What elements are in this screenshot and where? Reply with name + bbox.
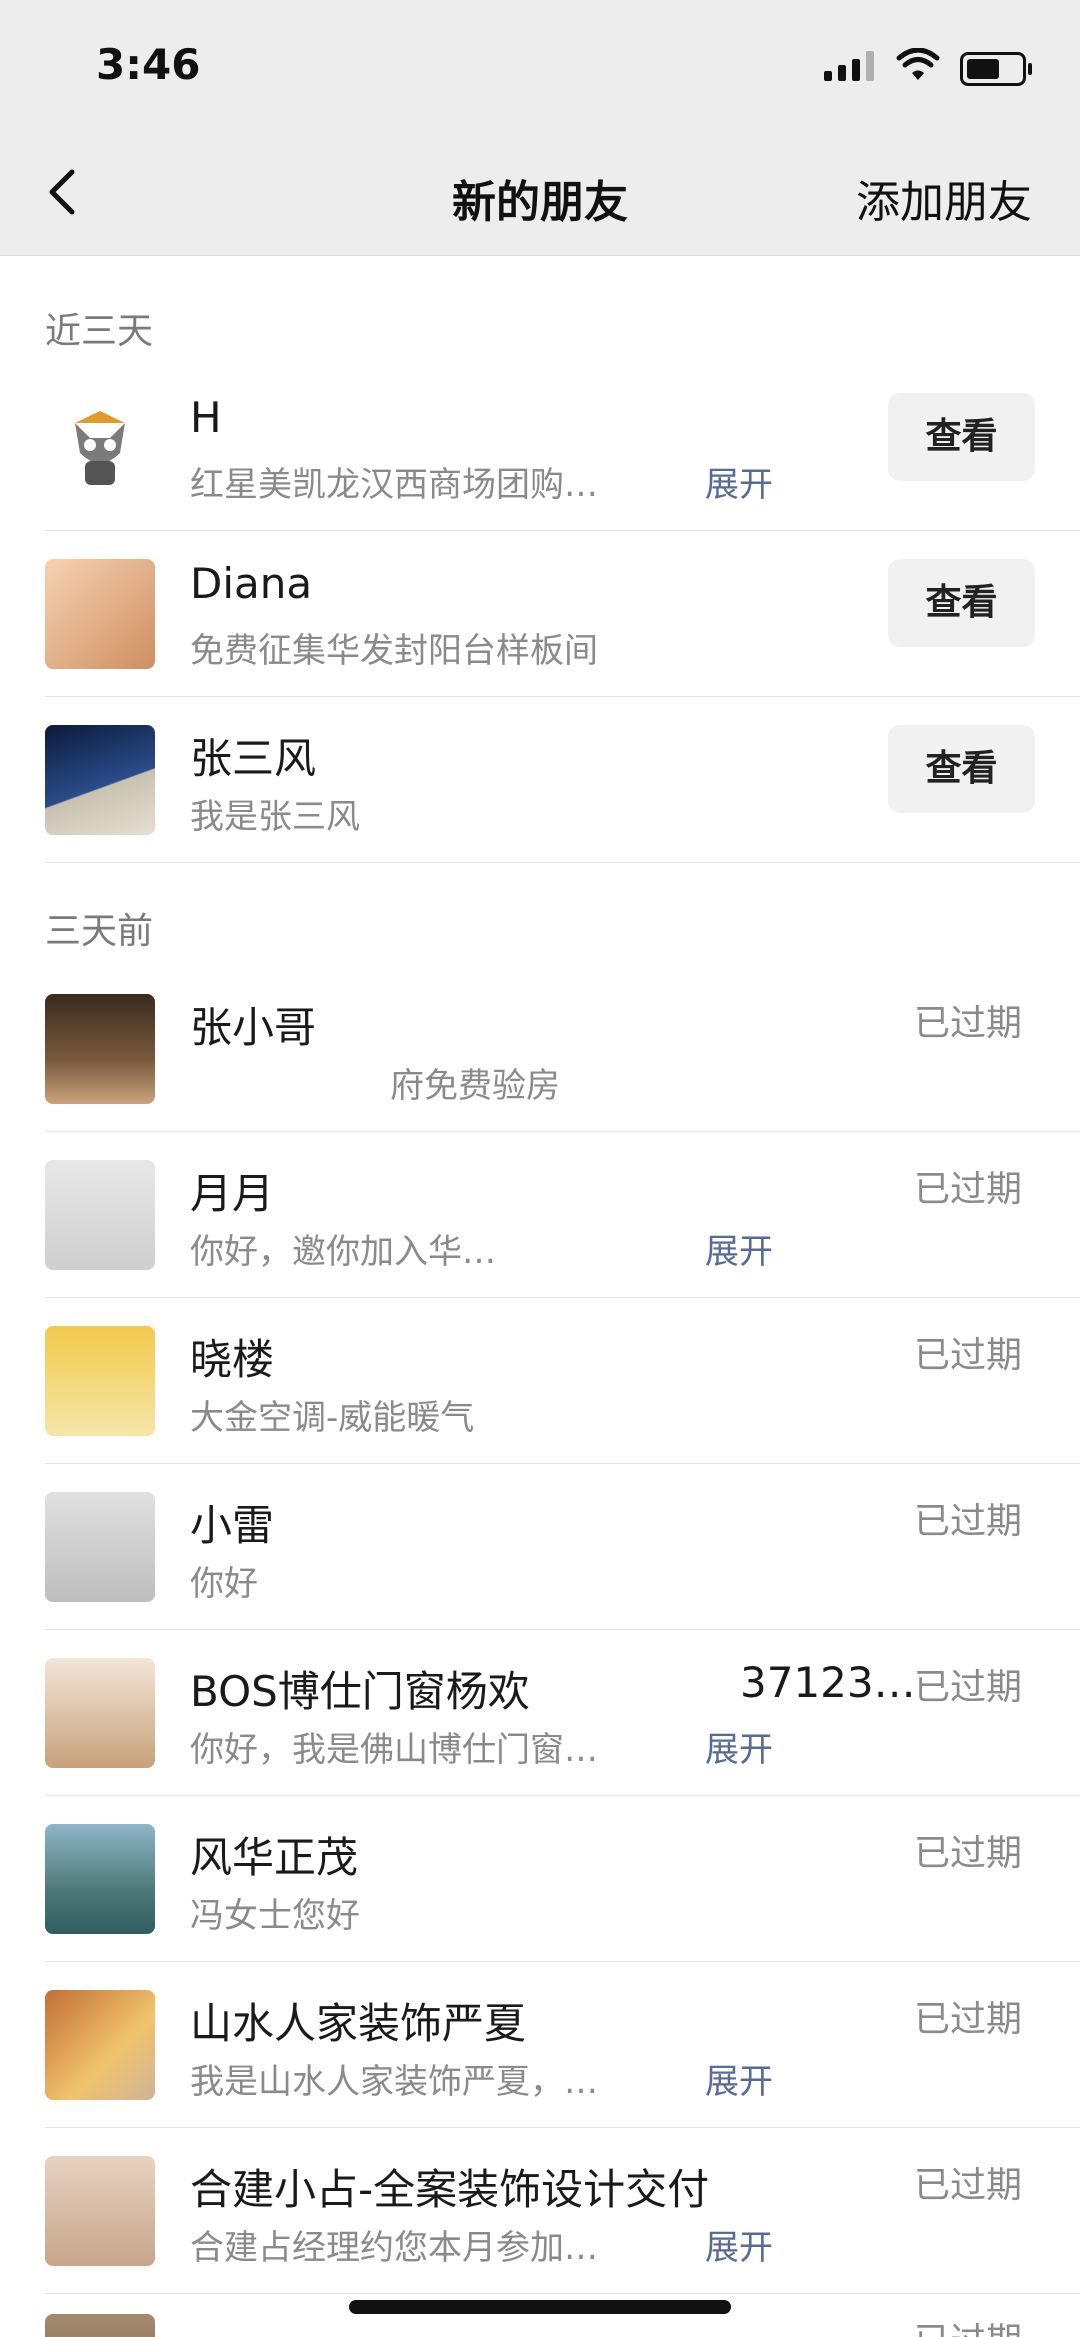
friend-message: 你好: [190, 1564, 258, 1604]
view-button[interactable]: 查看: [888, 393, 1035, 481]
section-header-older: 三天前: [45, 911, 154, 952]
friend-name: H: [190, 393, 222, 442]
friend-request-row[interactable]: Diana 免费征集华发封阳台样板间 查看: [0, 531, 1080, 697]
friend-request-row[interactable]: BOS博仕门窗杨欢 37123… 你好，我是佛山博仕门窗… 展开 已过期: [0, 1630, 1080, 1796]
expired-status: 已过期: [913, 1169, 1022, 1210]
expired-status: 已过期: [913, 1999, 1022, 2040]
friend-name: 张三风: [190, 734, 317, 783]
friend-message: 你好，我是佛山博仕门窗…: [190, 1730, 598, 1770]
friend-message: 我是山水人家装饰严夏，…: [190, 2062, 598, 2102]
expand-link[interactable]: 展开: [705, 1224, 773, 1273]
friend-name: 风华正茂: [190, 1833, 359, 1882]
friend-request-row[interactable]: 张三风 我是张三风 查看: [0, 697, 1080, 863]
friend-name: 山水人家装饰严夏: [190, 1999, 527, 2048]
nav-bar: 新的朋友 添加朋友: [0, 130, 1080, 256]
home-indicator[interactable]: [349, 2300, 731, 2314]
friend-request-row[interactable]: 晓楼 大金空调-威能暖气 已过期: [0, 1298, 1080, 1464]
expired-status: 已过期: [913, 2165, 1022, 2206]
expand-link[interactable]: 展开: [705, 2054, 773, 2103]
friend-request-row[interactable]: 小雷 你好 已过期: [0, 1464, 1080, 1630]
friend-message: 大金空调-威能暖气: [190, 1398, 475, 1438]
friend-name: 晓楼: [190, 1335, 275, 1384]
avatar: [45, 1160, 155, 1270]
friend-name: 小雷: [190, 1501, 275, 1550]
avatar: [45, 2156, 155, 2266]
avatar: [45, 1326, 155, 1436]
avatar: [45, 1824, 155, 1934]
friend-message: 我是张三风: [190, 797, 360, 837]
avatar: [45, 2314, 155, 2337]
friend-name: Diana: [190, 559, 313, 608]
avatar: [45, 393, 155, 503]
friend-request-row[interactable]: 张小哥 府免费验房 已过期: [0, 966, 1080, 1132]
friend-message: 合建占经理约您本月参加…: [190, 2228, 598, 2268]
friend-message: 冯女士您好: [190, 1896, 360, 1936]
expired-status: 已过期: [913, 1833, 1022, 1874]
friend-request-row[interactable]: H 红星美凯龙汉西商场团购… 展开 查看: [0, 365, 1080, 531]
friend-request-row[interactable]: 风华正茂 冯女士您好 已过期: [0, 1796, 1080, 1962]
friend-name: 月月: [190, 1169, 275, 1218]
friend-name-tail: 37123…: [740, 1658, 916, 1707]
friend-name: BOS博仕门窗杨欢: [190, 1667, 530, 1716]
friend-request-row[interactable]: 山水人家装饰严夏 我是山水人家装饰严夏，… 展开 已过期: [0, 1962, 1080, 2128]
status-icons: [824, 48, 940, 82]
friend-message: 免费征集华发封阳台样板间: [190, 631, 598, 671]
expired-status: 已过期: [913, 1003, 1022, 1044]
avatar: [45, 1658, 155, 1768]
expired-status: 已过期: [914, 2312, 1022, 2337]
expand-link[interactable]: 展开: [705, 1722, 773, 1771]
expired-status: 已过期: [913, 1501, 1022, 1542]
view-button[interactable]: 查看: [888, 559, 1035, 647]
expand-link[interactable]: 展开: [705, 457, 773, 506]
friend-name: 张小哥: [190, 1003, 317, 1052]
avatar: [45, 559, 155, 669]
expired-status: 已过期: [913, 1335, 1022, 1376]
cartoon-avatar-icon: [45, 393, 155, 503]
status-time: 3:46: [96, 40, 201, 89]
add-friend-button[interactable]: 添加朋友: [856, 166, 1032, 230]
friend-name: 合建小占-全案装饰设计交付: [190, 2165, 710, 2214]
friend-message: 你好，邀你加入华…: [190, 1232, 496, 1272]
friend-request-row[interactable]: 月月 你好，邀你加入华… 展开 已过期: [0, 1132, 1080, 1298]
avatar: [45, 1990, 155, 2100]
expired-status: 已过期: [913, 1667, 1022, 1708]
friend-message: 红星美凯龙汉西商场团购…: [190, 465, 598, 505]
friend-request-row[interactable]: 合建小占-全案装饰设计交付 合建占经理约您本月参加… 展开 已过期: [0, 2128, 1080, 2294]
divider: [45, 862, 1080, 863]
view-button[interactable]: 查看: [888, 725, 1035, 813]
section-header-recent: 近三天: [45, 311, 154, 352]
battery-icon: [960, 52, 1032, 86]
friend-message: 府免费验房: [390, 1066, 560, 1106]
avatar: [45, 725, 155, 835]
avatar: [45, 994, 155, 1104]
signal-icon: [824, 49, 874, 81]
expand-link[interactable]: 展开: [705, 2220, 773, 2269]
status-bar: 3:46: [0, 0, 1080, 130]
wifi-icon: [896, 48, 940, 80]
avatar: [45, 1492, 155, 1602]
